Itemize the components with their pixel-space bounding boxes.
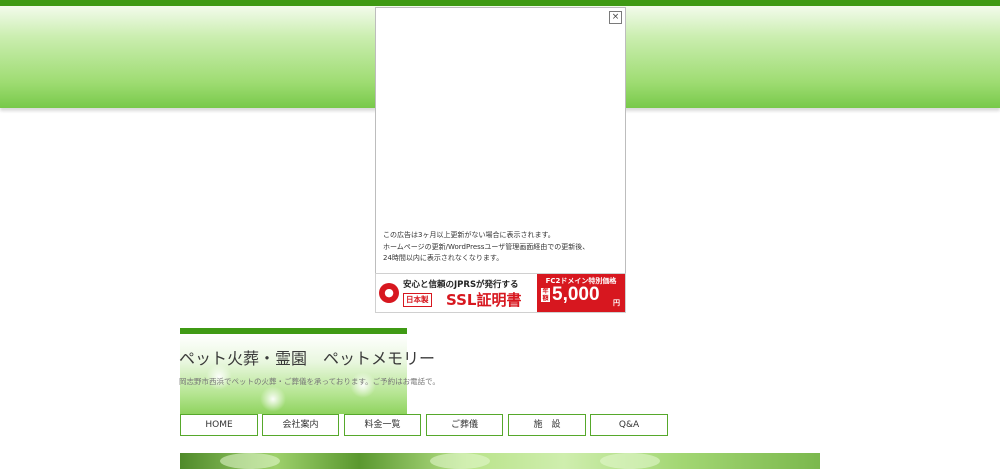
ad-notice-line: この広告は3ヶ月以上更新がない場合に表示されます。	[383, 231, 555, 239]
made-in-japan-badge: 日本製	[403, 293, 432, 307]
site-title[interactable]: ペット火葬・霊園 ペットメモリー	[179, 345, 435, 369]
sparkle-decoration	[260, 386, 286, 412]
ssl-title: SSL証明書	[446, 291, 522, 309]
nav-item-home[interactable]: HOME	[180, 414, 258, 436]
lock-icon: ●	[379, 283, 399, 303]
ssl-yearly-label: 年額	[541, 288, 550, 302]
nav-item-funeral[interactable]: ご葬儀	[426, 414, 503, 436]
ssl-yen-label: 円	[613, 299, 620, 307]
nav-item-company[interactable]: 会社案内	[262, 414, 339, 436]
nav-item-pricing[interactable]: 料金一覧	[344, 414, 421, 436]
nav-item-facility[interactable]: 施 設	[508, 414, 586, 436]
ad-popup: × この広告は3ヶ月以上更新がない場合に表示されます。 ホームページの更新/Wo…	[375, 7, 626, 274]
ad-notice: この広告は3ヶ月以上更新がない場合に表示されます。 ホームページの更新/Word…	[383, 230, 623, 265]
ad-notice-line: 24時間以内に表示されなくなります。	[383, 254, 504, 262]
hero-leaf-highlight	[600, 453, 660, 469]
ssl-price-box: FC2ドメイン特別価格 年額 5,000 円	[537, 274, 625, 312]
ad-notice-line: ホームページの更新/WordPressユーザ管理画面経由での更新後、	[383, 242, 590, 251]
close-icon[interactable]: ×	[609, 11, 622, 24]
nav-item-qa[interactable]: Q&A	[590, 414, 668, 436]
ssl-certificate-banner[interactable]: ● 安心と信頼のJPRSが発行する 日本製 SSL証明書 FC2ドメイン特別価格…	[375, 273, 626, 313]
ssl-price: 5,000	[552, 284, 600, 305]
hero-image	[180, 453, 820, 469]
hero-leaf-highlight	[220, 453, 280, 469]
site-description: 岡志野市西浜でペットの火葬・ご葬儀を承っております。ご予約はお電話で。	[179, 377, 440, 386]
hero-leaf-highlight	[430, 453, 490, 469]
